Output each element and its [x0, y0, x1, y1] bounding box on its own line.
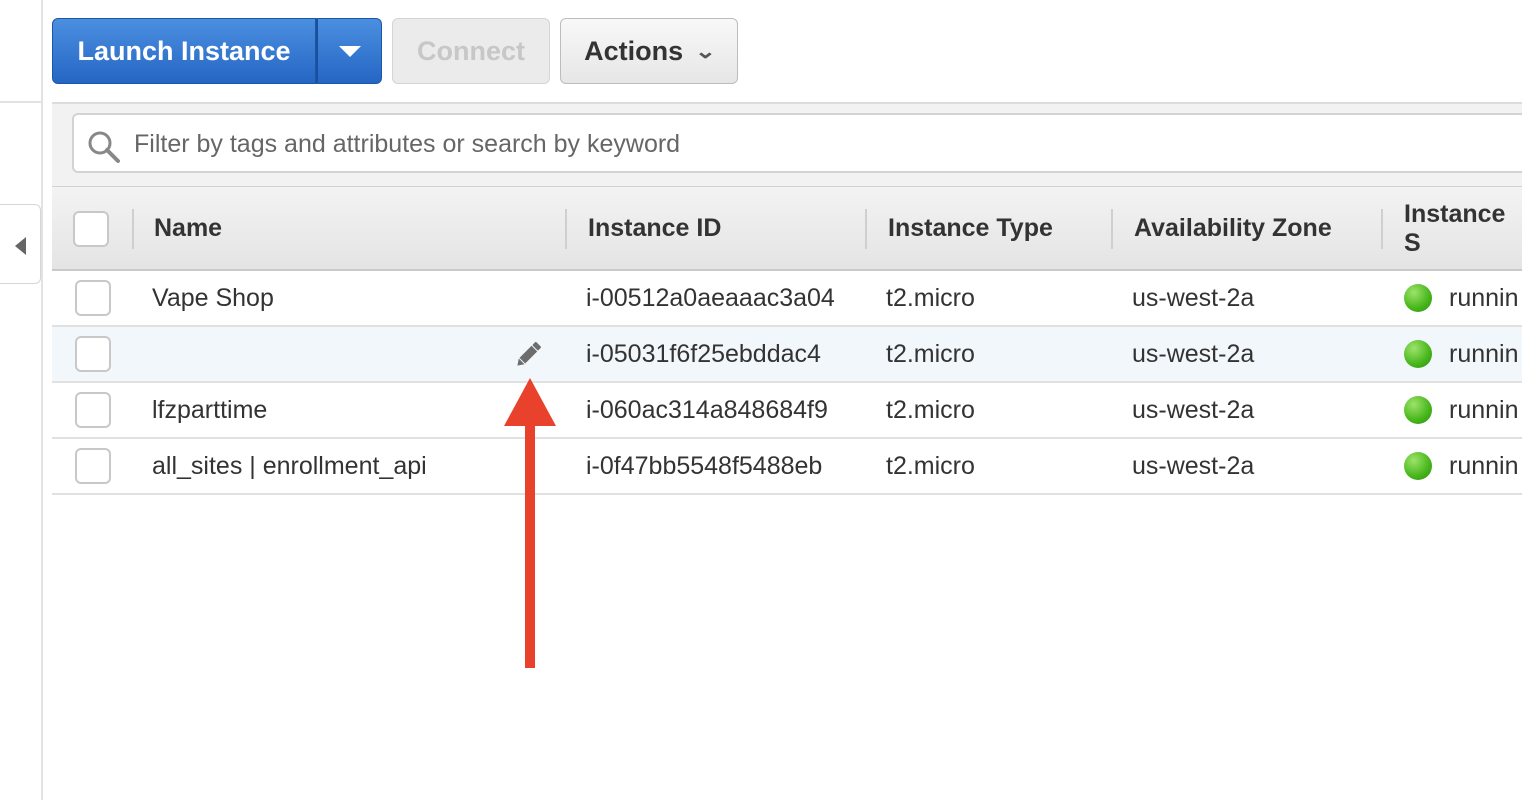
column-separator[interactable]: [565, 209, 567, 249]
search-icon: [88, 131, 120, 163]
instance-state: runnin: [1449, 339, 1519, 368]
table-row[interactable]: lfzparttime i-060ac314a848684f9 t2.micro…: [52, 383, 1522, 439]
row-checkbox[interactable]: [75, 448, 111, 484]
left-nav-rail: [0, 0, 43, 800]
actions-label: Actions: [584, 35, 684, 66]
launch-instance-button[interactable]: Launch Instance: [52, 18, 316, 84]
instance-type: t2.micro: [886, 283, 975, 312]
instance-type: t2.micro: [886, 451, 975, 480]
instance-id: i-00512a0aeaaac3a04: [586, 283, 835, 312]
instance-name: Vape Shop: [152, 283, 274, 312]
availability-zone: us-west-2a: [1132, 395, 1255, 424]
instance-type: t2.micro: [886, 339, 975, 368]
connect-button[interactable]: Connect: [392, 18, 550, 84]
collapse-sidebar-button[interactable]: [0, 204, 41, 284]
availability-zone: us-west-2a: [1132, 283, 1255, 312]
left-rail-divider: [0, 101, 41, 103]
row-checkbox[interactable]: [75, 392, 111, 428]
table-header: Name Instance ID Instance Type Availabil…: [52, 186, 1522, 271]
column-separator[interactable]: [1111, 209, 1113, 249]
column-separator[interactable]: [865, 209, 867, 249]
actions-dropdown-button[interactable]: Actions ⌄: [560, 18, 738, 84]
row-checkbox[interactable]: [75, 280, 111, 316]
running-status-icon: [1404, 452, 1432, 480]
instance-name: lfzparttime: [152, 395, 268, 424]
running-status-icon: [1404, 340, 1432, 368]
column-header-instance-state-label: Instance S: [1404, 199, 1506, 257]
availability-zone: us-west-2a: [1132, 339, 1255, 368]
column-separator[interactable]: [1381, 209, 1383, 249]
column-separator: [132, 209, 134, 249]
instance-id: i-0f47bb5548f5488eb: [586, 451, 823, 480]
instance-state: runnin: [1449, 283, 1519, 312]
instance-type: t2.micro: [886, 395, 975, 424]
column-header-name[interactable]: Name: [154, 187, 222, 270]
column-header-instance-type-label: Instance Type: [888, 214, 1053, 242]
column-header-instance-state[interactable]: Instance S: [1404, 187, 1522, 270]
caret-down-icon: [338, 45, 361, 57]
annotation-arrow-icon: [504, 378, 556, 668]
instance-state: runnin: [1449, 451, 1519, 480]
instance-state: runnin: [1449, 395, 1519, 424]
filter-box[interactable]: [72, 113, 1522, 173]
chevron-down-icon: ⌄: [694, 40, 717, 63]
column-header-instance-id[interactable]: Instance ID: [588, 187, 721, 270]
instance-name: all_sites | enrollment_api: [152, 451, 427, 480]
chevron-left-icon: [15, 237, 26, 255]
availability-zone: us-west-2a: [1132, 451, 1255, 480]
instance-id: i-05031f6f25ebddac4: [586, 339, 821, 368]
launch-instance-dropdown-button[interactable]: [316, 18, 382, 84]
column-header-instance-id-label: Instance ID: [588, 214, 722, 242]
running-status-icon: [1404, 284, 1432, 312]
column-header-availability-zone-label: Availability Zone: [1134, 214, 1332, 242]
row-checkbox[interactable]: [75, 336, 111, 372]
search-input[interactable]: [132, 123, 1516, 165]
pencil-edit-icon[interactable]: [512, 339, 544, 371]
table-row[interactable]: Vape Shop i-00512a0aeaaac3a04 t2.micro u…: [52, 271, 1522, 327]
column-header-instance-type[interactable]: Instance Type: [888, 187, 1053, 270]
table-row[interactable]: i-05031f6f25ebddac4 t2.micro us-west-2a …: [52, 327, 1522, 383]
running-status-icon: [1404, 396, 1432, 424]
select-all-checkbox[interactable]: [73, 211, 109, 247]
column-header-availability-zone[interactable]: Availability Zone: [1134, 187, 1332, 270]
column-header-name-label: Name: [154, 214, 223, 242]
table-row[interactable]: all_sites | enrollment_api i-0f47bb5548f…: [52, 439, 1522, 495]
instance-id: i-060ac314a848684f9: [586, 395, 828, 424]
